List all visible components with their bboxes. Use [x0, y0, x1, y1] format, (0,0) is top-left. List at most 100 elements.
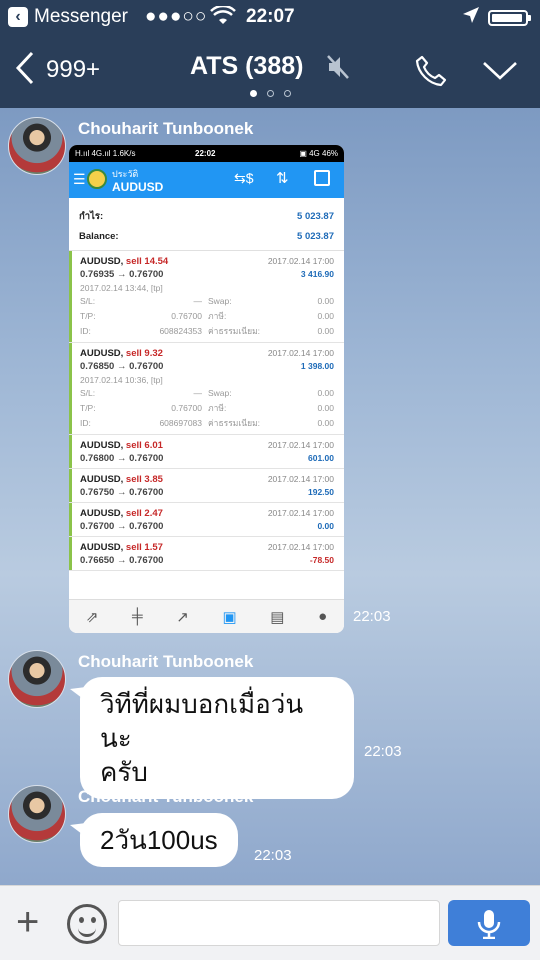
- calendar-icon: [314, 170, 330, 186]
- trade-row: AUDUSD, sell 6.01 2017.02.14 17:00 0.76800…: [69, 435, 344, 469]
- wifi-icon: [210, 4, 236, 32]
- location-arrow-icon: [462, 6, 480, 30]
- trade-open-time: 2017.02.14 10:36, [tp]: [80, 375, 163, 385]
- trade-prices: 0.76650 → 0.76700: [80, 555, 164, 566]
- trade-detail-row: S/L: — Swap: 0.00: [80, 385, 334, 400]
- screenshot-battery: ▣ 4G 46%: [299, 149, 338, 158]
- avatar[interactable]: [8, 785, 66, 843]
- screenshot-status-bar: H.ııl 4G.ııl 1.6K/s 22:02 ▣ 4G 46%: [69, 145, 344, 162]
- detail-value: 0.00: [317, 310, 334, 321]
- sender-name: Chouharit Tunboonek: [78, 119, 254, 138]
- summary-value: 5 023.87: [297, 210, 334, 222]
- trade-side: sell 6.01: [125, 440, 163, 451]
- detail-label: ภาษี:: [208, 402, 227, 413]
- trade-symbol: AUDUSD,: [80, 508, 124, 519]
- detail-label: T/P:: [80, 402, 96, 413]
- signal-strength-icon: ●●●○○: [145, 6, 208, 27]
- battery-icon: [488, 10, 531, 26]
- trade-symbol: AUDUSD,: [80, 348, 124, 359]
- screenshot-title-top: ประวัติ: [112, 169, 139, 179]
- trade-profit: 0.00: [317, 521, 334, 531]
- trade-date: 2017.02.14 17:00: [267, 256, 334, 266]
- plus-icon[interactable]: +: [16, 902, 39, 942]
- trade-profit: 192.50: [308, 487, 334, 497]
- trade-side: sell 2.47: [125, 508, 163, 519]
- trade-side: sell 14.54: [125, 256, 169, 267]
- detail-value: 0.00: [317, 295, 334, 306]
- input-bar: +: [0, 885, 540, 960]
- trade-prices: 0.76750 → 0.76700: [80, 487, 164, 498]
- summary-label: กำไร:: [79, 210, 104, 222]
- trade-side: sell 3.85: [125, 474, 163, 485]
- image-attachment[interactable]: H.ııl 4G.ııl 1.6K/s 22:02 ▣ 4G 46% ☰ ประ…: [69, 145, 344, 633]
- detail-label: ค่าธรรมเนียม:: [208, 325, 261, 336]
- quotes-tab-icon: ⇗: [85, 608, 99, 626]
- trade-date: 2017.02.14 17:00: [267, 542, 334, 552]
- detail-label: Swap:: [208, 387, 232, 398]
- detail-label: S/L:: [80, 295, 96, 306]
- chevron-down-icon[interactable]: [482, 58, 518, 84]
- detail-value: 0.00: [317, 387, 334, 398]
- status-time: 22:07: [246, 6, 295, 27]
- detail-value: 0.76700: [171, 402, 202, 413]
- unread-count[interactable]: 999+: [46, 56, 100, 84]
- message-time: 22:03: [254, 847, 292, 864]
- trade-row: AUDUSD, sell 2.47 2017.02.14 17:00 0.76700…: [69, 503, 344, 537]
- trade-profit: -78.50: [309, 555, 334, 565]
- phone-call-icon[interactable]: [414, 54, 448, 88]
- trade-profit: 601.00: [308, 453, 334, 463]
- trade-detail-row: S/L: — Swap: 0.00: [80, 293, 334, 308]
- status-bar: ‹ Messenger ●●●○○ 22:07: [0, 0, 540, 36]
- avatar[interactable]: [8, 117, 66, 175]
- avatar[interactable]: [8, 650, 66, 708]
- detail-value: 0.00: [317, 402, 334, 413]
- summary-label: Balance:: [79, 230, 119, 242]
- trade-detail-row: T/P: 0.76700 ภาษี: 0.00: [80, 400, 334, 415]
- detail-value: 0.00: [317, 325, 334, 336]
- microphone-button[interactable]: [448, 900, 530, 946]
- message-bubble[interactable]: วิทีที่ผมบอกเมื่อว่นนะ ครับ: [70, 677, 354, 799]
- detail-label: Swap:: [208, 295, 232, 306]
- trade-symbol: AUDUSD,: [80, 440, 124, 451]
- carrier-label[interactable]: Messenger: [34, 6, 128, 28]
- trade-detail-row: ID: 608697083 ค่าธรรมเนียม: 0.00: [80, 415, 334, 430]
- sender-name: Chouharit Tunboonek: [78, 787, 254, 806]
- back-to-app-icon[interactable]: ‹: [8, 7, 28, 27]
- detail-label: S/L:: [80, 387, 96, 398]
- trade-detail-row: ID: 608824353 ค่าธรรมเนียม: 0.00: [80, 323, 334, 338]
- page-dot-active: [250, 90, 257, 97]
- detail-value: 608697083: [159, 417, 202, 428]
- trade-side: sell 1.57: [125, 542, 163, 553]
- chart-tab-icon: ╪: [132, 608, 143, 625]
- app-logo-icon: [87, 169, 107, 189]
- trade-row: AUDUSD, sell 14.54 2017.02.14 17:00 0.7693…: [69, 251, 344, 343]
- detail-label: T/P:: [80, 310, 96, 321]
- page-indicator: [250, 90, 291, 97]
- summary-value: 5 023.87: [297, 230, 334, 242]
- account-summary: กำไร: 5 023.87 Balance: 5 023.87: [69, 198, 344, 251]
- message-text: วิทีที่ผมบอกเมื่อว่นนะ: [100, 689, 304, 753]
- detail-label: ภาษี:: [208, 310, 227, 321]
- back-chevron-icon[interactable]: [14, 50, 36, 93]
- trade-row: AUDUSD, sell 3.85 2017.02.14 17:00 0.76750…: [69, 469, 344, 503]
- chat-tab-icon: ●: [318, 608, 328, 625]
- trade-prices: 0.76800 → 0.76700: [80, 453, 164, 464]
- emoji-icon[interactable]: [67, 904, 107, 944]
- sender-name: Chouharit Tunboonek: [78, 652, 254, 671]
- message-bubble[interactable]: 2วัน100us: [70, 813, 238, 867]
- trade-symbol: AUDUSD,: [80, 542, 124, 553]
- menu-icon: ☰: [73, 171, 86, 187]
- news-tab-icon: ▤: [270, 608, 285, 626]
- message-input[interactable]: [118, 900, 440, 946]
- screenshot-time: 22:02: [195, 149, 216, 158]
- chat-title[interactable]: ATS (388): [190, 52, 303, 81]
- trade-date: 2017.02.14 17:00: [267, 440, 334, 450]
- page-dot: [284, 90, 291, 97]
- trade-open-time: 2017.02.14 13:44, [tp]: [80, 283, 163, 293]
- detail-value: 608824353: [159, 325, 202, 336]
- trade-tab-icon: ↗: [176, 608, 189, 626]
- detail-value: 0.76700: [171, 310, 202, 321]
- trade-symbol: AUDUSD,: [80, 256, 124, 267]
- trade-symbol: AUDUSD,: [80, 474, 124, 485]
- trade-detail-row: T/P: 0.76700 ภาษี: 0.00: [80, 308, 334, 323]
